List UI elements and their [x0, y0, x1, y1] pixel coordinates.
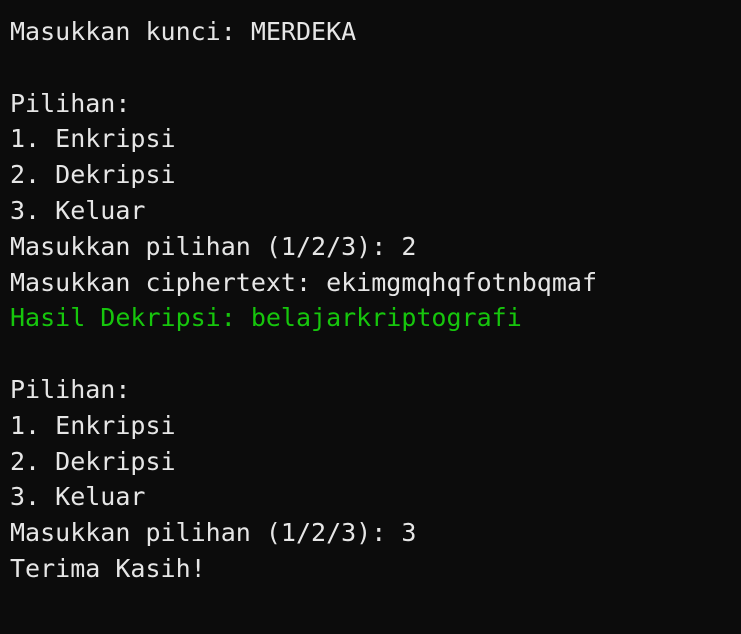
terminal-line-option-decrypt: 2. Dekripsi: [10, 446, 176, 476]
terminal-line-choice-prompt: Masukkan pilihan (1/2/3): 2: [10, 231, 417, 261]
terminal-line-option-decrypt: 2. Dekripsi: [10, 160, 176, 190]
terminal-line-option-exit: 3. Keluar: [10, 195, 146, 225]
terminal-line-key-prompt: Masukkan kunci: MERDEKA: [10, 17, 357, 46]
terminal-line-menu-title: Pilihan:: [10, 88, 131, 118]
terminal-line-option-exit: 3. Keluar: [10, 482, 146, 512]
terminal-line-ciphertext-prompt: Masukkan ciphertext: ekimgmqhqfotnbqmaf: [10, 267, 597, 297]
terminal-window[interactable]: Masukkan kunci: MERDEKA Pilihan: 1. Enkr…: [0, 0, 741, 634]
terminal-line-choice-prompt: Masukkan pilihan (1/2/3): 3: [10, 518, 417, 548]
terminal-line-menu-title: Pilihan:: [10, 374, 131, 404]
terminal-line-decryption-result: Hasil Dekripsi: belajarkriptografi: [10, 303, 522, 333]
terminal-line-option-encrypt: 1. Enkripsi: [10, 410, 176, 440]
terminal-line-goodbye: Terima Kasih!: [10, 553, 206, 583]
terminal-line-option-encrypt: 1. Enkripsi: [10, 124, 176, 154]
